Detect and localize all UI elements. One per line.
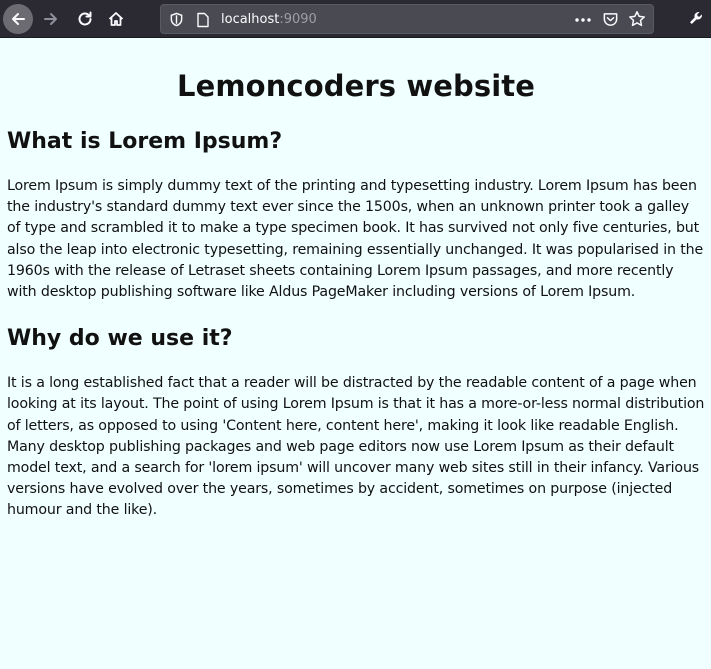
wrench-icon[interactable] <box>688 10 706 28</box>
page-title: Lemoncoders website <box>177 69 535 103</box>
shield-icon[interactable] <box>169 12 184 27</box>
forward-button[interactable] <box>36 4 66 34</box>
section-body-what: Lorem Ipsum is simply dummy text of the … <box>7 178 704 301</box>
back-arrow-icon <box>12 13 25 25</box>
url-text[interactable]: localhost:9090 <box>221 12 317 27</box>
url-port: :9090 <box>279 12 317 27</box>
bookmark-star-icon[interactable] <box>628 10 646 28</box>
pocket-icon[interactable] <box>602 11 619 28</box>
url-bar[interactable]: localhost:9090 <box>160 4 654 34</box>
section-body-why: It is a long established fact that a rea… <box>7 375 705 519</box>
page-icon[interactable] <box>196 12 210 28</box>
page-content: Lemoncoders website What is Lorem Ipsum?… <box>7 40 705 522</box>
reload-button[interactable] <box>70 4 100 34</box>
url-host: localhost <box>221 12 280 27</box>
browser-toolbar: localhost:9090 <box>0 0 711 38</box>
reload-icon <box>78 11 92 26</box>
forward-arrow-icon <box>44 13 57 25</box>
home-icon <box>108 12 124 26</box>
more-dots-icon[interactable] <box>574 11 592 29</box>
back-button[interactable] <box>3 4 33 34</box>
home-button[interactable] <box>101 4 131 34</box>
section-heading-why: Why do we use it? <box>7 326 233 352</box>
section-heading-what: What is Lorem Ipsum? <box>7 129 283 154</box>
